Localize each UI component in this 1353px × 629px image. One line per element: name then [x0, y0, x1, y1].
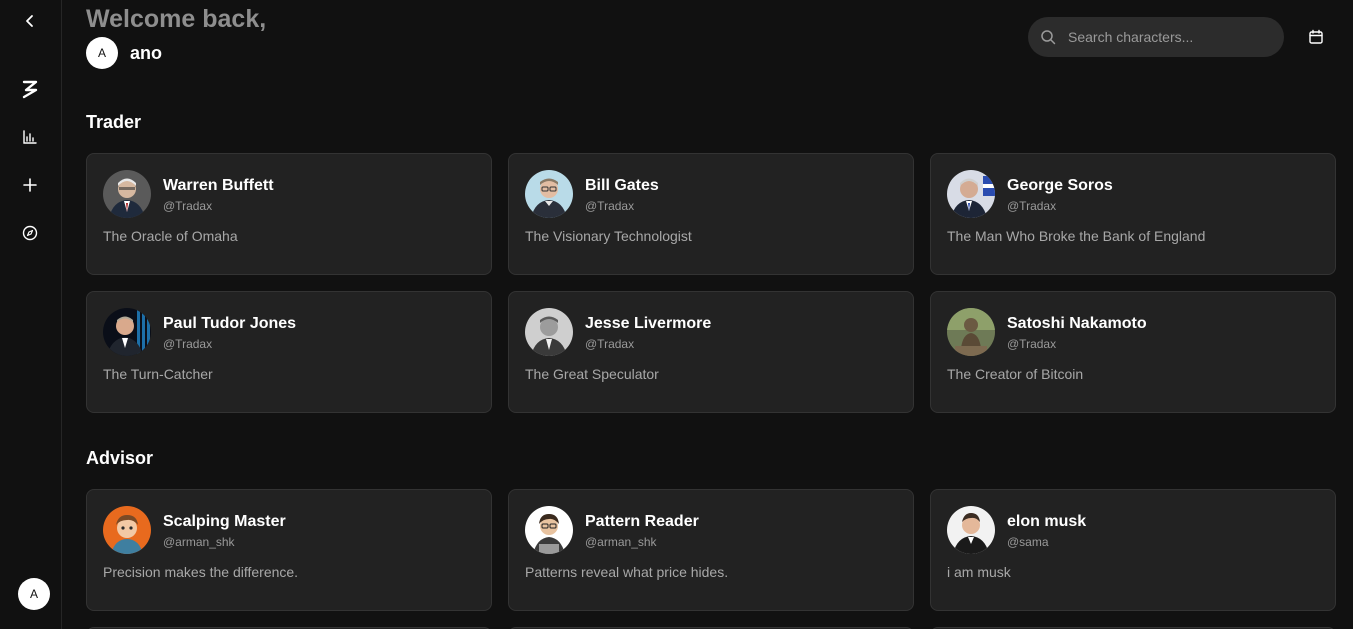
bar-chart-icon	[23, 130, 37, 144]
avatar	[103, 506, 151, 554]
character-card[interactable]: Pattern Reader @arman_shk Patterns revea…	[508, 489, 914, 611]
calendar-icon	[1309, 29, 1323, 44]
welcome-heading: Welcome back,	[86, 5, 267, 33]
sidebar-user-avatar[interactable]: A	[18, 578, 50, 610]
character-description: The Oracle of Omaha	[103, 228, 238, 244]
character-name: Scalping Master	[163, 513, 286, 530]
avatar	[525, 506, 573, 554]
character-card[interactable]: Scalping Master @arman_shk Precision mak…	[86, 489, 492, 611]
character-description: The Visionary Technologist	[525, 228, 692, 244]
section-title-advisor: Advisor	[86, 448, 154, 468]
character-name: George Soros	[1007, 177, 1113, 194]
analytics-button[interactable]	[15, 122, 45, 152]
character-handle: @Tradax	[585, 337, 635, 351]
character-card[interactable]: Satoshi Nakamoto @Tradax The Creator of …	[930, 291, 1336, 413]
character-name: Bill Gates	[585, 177, 659, 194]
character-name: Warren Buffett	[163, 177, 274, 194]
avatar	[103, 308, 151, 356]
character-card[interactable]: George Soros @Tradax The Man Who Broke t…	[930, 153, 1336, 275]
character-card[interactable]: Jesse Livermore @Tradax The Great Specul…	[508, 291, 914, 413]
avatar	[947, 506, 995, 554]
character-description: The Creator of Bitcoin	[947, 366, 1084, 382]
section-title-trader: Trader	[86, 112, 142, 132]
plus-icon	[23, 178, 37, 192]
main-content: Welcome back, A ano Trader Warren Buffet…	[62, 0, 1353, 629]
character-handle: @Tradax	[163, 337, 213, 351]
avatar	[103, 170, 151, 218]
create-button[interactable]	[15, 170, 45, 200]
compass-icon	[22, 225, 38, 241]
character-description: The Man Who Broke the Bank of England	[947, 228, 1206, 244]
character-name: Pattern Reader	[585, 513, 699, 530]
character-handle: @Tradax	[1007, 337, 1057, 351]
logo-button[interactable]	[15, 74, 45, 104]
user-name: ano	[130, 42, 163, 63]
sidebar: A	[0, 0, 62, 629]
character-handle: @Tradax	[1007, 199, 1057, 213]
collapse-sidebar-button[interactable]	[15, 6, 45, 36]
chevron-left-icon	[26, 15, 33, 27]
character-card[interactable]: Warren Buffett @Tradax The Oracle of Oma…	[86, 153, 492, 275]
brand-z-icon	[22, 80, 38, 99]
user-row: A ano	[86, 37, 162, 69]
search-bar[interactable]	[1028, 17, 1284, 57]
search-input[interactable]	[1068, 29, 1268, 45]
avatar	[947, 308, 995, 356]
character-description: i am musk	[947, 564, 1011, 580]
character-name: Jesse Livermore	[585, 315, 712, 332]
character-card[interactable]: elon musk @sama i am musk	[930, 489, 1336, 611]
avatar[interactable]: A	[86, 37, 118, 69]
avatar	[947, 170, 995, 218]
character-handle: @arman_shk	[163, 535, 235, 549]
explore-button[interactable]	[15, 218, 45, 248]
character-card[interactable]: Paul Tudor Jones @Tradax The Turn-Catche…	[86, 291, 492, 413]
search-icon	[1041, 30, 1056, 45]
character-handle: @arman_shk	[585, 535, 657, 549]
character-description: The Great Speculator	[525, 366, 659, 382]
avatar	[525, 308, 573, 356]
avatar	[525, 170, 573, 218]
character-card[interactable]: Bill Gates @Tradax The Visionary Technol…	[508, 153, 914, 275]
character-name: Paul Tudor Jones	[163, 315, 297, 332]
character-name: Satoshi Nakamoto	[1007, 315, 1147, 332]
calendar-button[interactable]	[1304, 25, 1328, 49]
character-description: Patterns reveal what price hides.	[525, 564, 729, 580]
character-handle: @sama	[1007, 535, 1049, 549]
character-name: elon musk	[1007, 513, 1087, 530]
character-description: The Turn-Catcher	[103, 366, 213, 382]
character-handle: @Tradax	[163, 199, 213, 213]
character-description: Precision makes the difference.	[103, 564, 299, 580]
character-handle: @Tradax	[585, 199, 635, 213]
